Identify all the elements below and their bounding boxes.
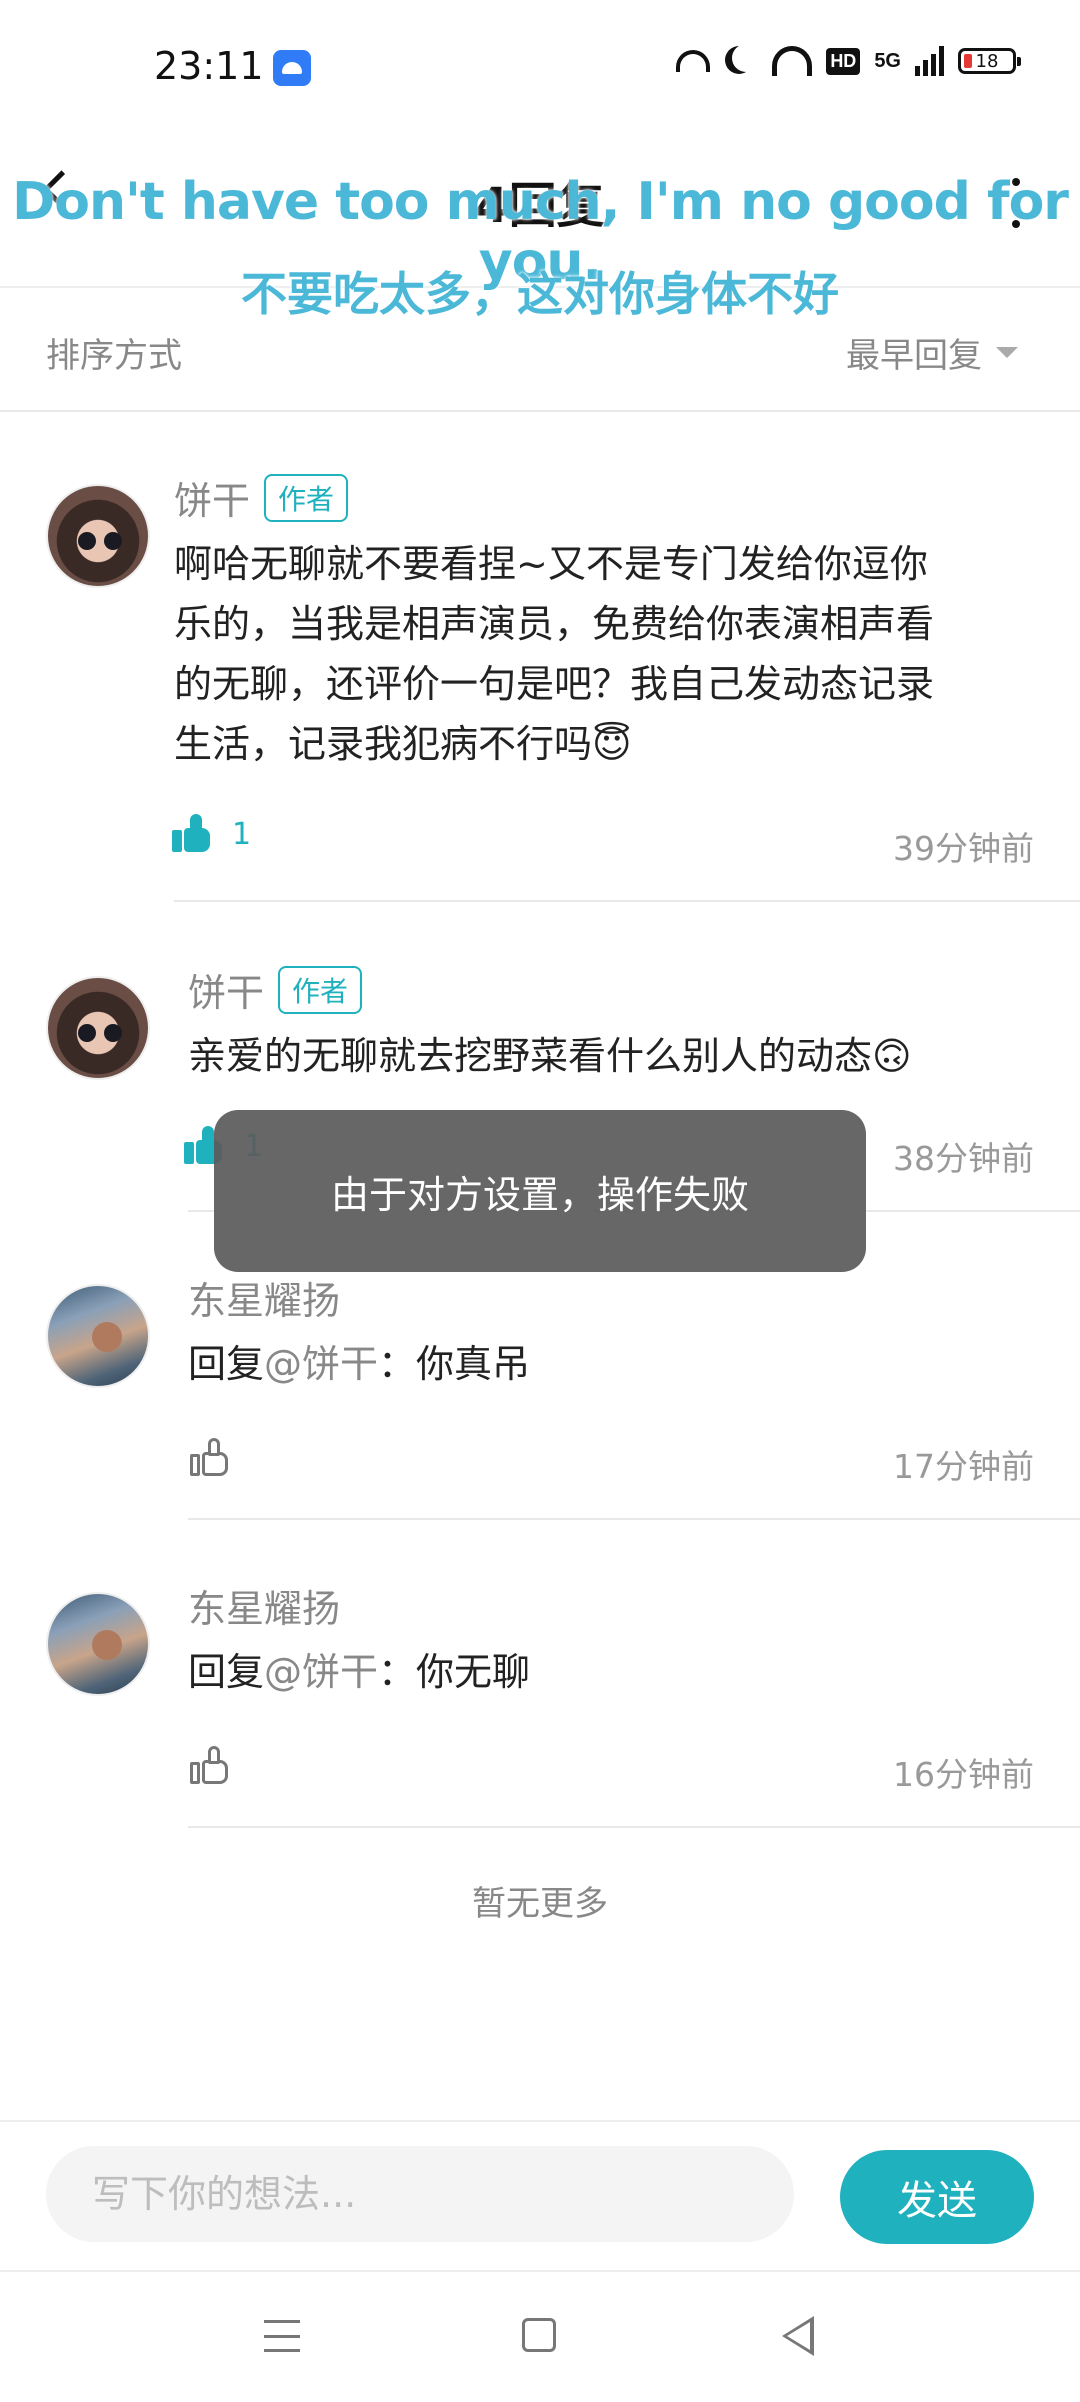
author-badge: 作者 bbox=[264, 473, 349, 522]
headset-icon bbox=[676, 44, 711, 78]
like-button[interactable]: 1 bbox=[172, 814, 251, 854]
reply-prefix: 回复 bbox=[188, 1342, 265, 1386]
menu-icon[interactable] bbox=[264, 2320, 300, 2352]
divider bbox=[174, 900, 1080, 902]
hd-badge: HD bbox=[826, 47, 861, 75]
like-button[interactable] bbox=[190, 1746, 230, 1786]
android-app-icon bbox=[273, 50, 311, 86]
comment-line: 乐的，当我是相声演员，免费给你表演相声看 bbox=[174, 602, 935, 646]
username-text: 饼干 bbox=[188, 971, 265, 1015]
wifi-icon bbox=[772, 46, 813, 76]
toast-message: 由于对方设置，操作失败 bbox=[214, 1110, 866, 1272]
avatar[interactable] bbox=[46, 484, 150, 588]
divider bbox=[188, 1826, 1080, 1828]
comment-input-bar: 发送 bbox=[0, 2120, 1080, 2272]
like-button[interactable] bbox=[190, 1438, 230, 1478]
thumbs-up-icon bbox=[190, 1438, 230, 1478]
sort-label: 排序方式 bbox=[46, 336, 182, 376]
comment-line: 啊哈无聊就不要看捏~又不是专门发给你逗你 bbox=[174, 542, 928, 586]
sort-bar: 排序方式 最早回复 bbox=[0, 290, 1080, 412]
author-badge: 作者 bbox=[278, 965, 363, 1014]
moon-icon bbox=[724, 44, 758, 78]
comment-text: 回复@饼干：你真吊 bbox=[188, 1334, 530, 1394]
comment-time: 38分钟前 bbox=[893, 1139, 1034, 1178]
caret-down-icon bbox=[996, 347, 1018, 358]
comment-text: 啊哈无聊就不要看捏~又不是专门发给你逗你 乐的，当我是相声演员，免费给你表演相声… bbox=[174, 534, 934, 774]
comment-username[interactable]: 东星耀扬 bbox=[188, 1270, 340, 1325]
thumbs-up-icon bbox=[190, 1746, 230, 1786]
avatar[interactable] bbox=[46, 1284, 150, 1388]
battery-icon: 18 bbox=[958, 48, 1021, 74]
reply-text: ：你无聊 bbox=[378, 1650, 531, 1694]
comment-time: 16分钟前 bbox=[893, 1755, 1034, 1794]
comment-text: 回复@饼干：你无聊 bbox=[188, 1642, 530, 1702]
status-time: 23:11 bbox=[154, 44, 264, 88]
sort-value: 最早回复 bbox=[846, 336, 982, 376]
comment-line: 的无聊，还评价一句是吧？我自己发动态记录 bbox=[174, 662, 935, 706]
comment-time: 39分钟前 bbox=[893, 829, 1034, 868]
reply-prefix: 回复 bbox=[188, 1650, 265, 1694]
reply-text: ：你真吊 bbox=[378, 1342, 531, 1386]
comment-username[interactable]: 饼干 作者 bbox=[174, 470, 349, 525]
sort-dropdown[interactable]: 最早回复 bbox=[846, 328, 1018, 377]
mention-link[interactable]: @饼干 bbox=[264, 1342, 378, 1386]
username-text: 东星耀扬 bbox=[188, 1587, 341, 1631]
signal-icon bbox=[915, 46, 944, 76]
divider bbox=[188, 1518, 1080, 1520]
status-icons: HD 5G 18 bbox=[676, 44, 1021, 78]
username-text: 饼干 bbox=[174, 479, 251, 523]
username-text: 东星耀扬 bbox=[188, 1279, 341, 1323]
no-more-label: 暂无更多 bbox=[472, 1884, 608, 1924]
network-type: 5G bbox=[874, 49, 901, 72]
status-bar: 23:11 HD 5G 18 bbox=[0, 0, 1080, 138]
send-button[interactable]: 发送 bbox=[840, 2150, 1034, 2244]
comment-username[interactable]: 饼干 作者 bbox=[188, 962, 363, 1017]
mention-link[interactable]: @饼干 bbox=[264, 1650, 378, 1694]
avatar[interactable] bbox=[46, 1592, 150, 1696]
home-icon[interactable] bbox=[522, 2318, 556, 2352]
like-count: 1 bbox=[232, 816, 252, 852]
comment-time: 17分钟前 bbox=[893, 1447, 1034, 1486]
system-nav-bar bbox=[0, 2270, 1080, 2402]
comment-input[interactable] bbox=[46, 2146, 794, 2242]
thumbs-up-icon bbox=[172, 814, 212, 854]
comment-text: 亲爱的无聊就去挖野菜看什么别人的动态🙃 bbox=[188, 1034, 912, 1078]
avatar[interactable] bbox=[46, 976, 150, 1080]
battery-level: 18 bbox=[975, 50, 999, 72]
comment-username[interactable]: 东星耀扬 bbox=[188, 1578, 340, 1633]
comment-line: 生活，记录我犯病不行吗😇 bbox=[174, 722, 632, 766]
back-triangle-icon[interactable] bbox=[782, 2316, 814, 2356]
